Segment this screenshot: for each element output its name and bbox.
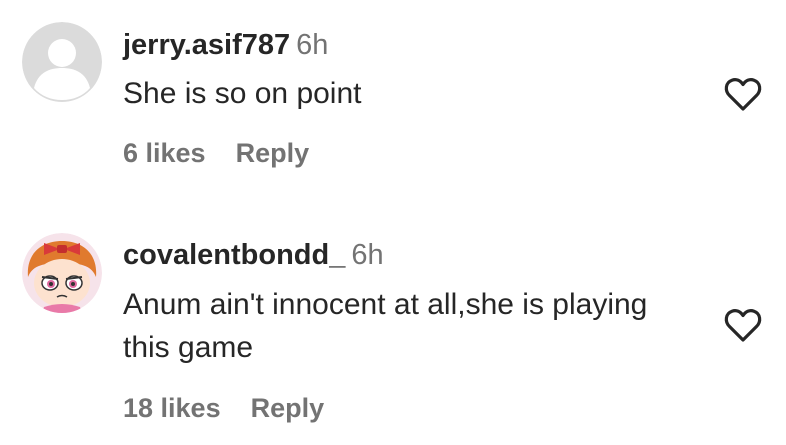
comment-actions: 18 likes Reply <box>123 393 324 424</box>
heart-outline-icon[interactable] <box>723 76 763 112</box>
username[interactable]: jerry.asif787 <box>123 29 290 61</box>
comment-item: covalentbondd_ 6h Anum ain't innocent at … <box>0 215 786 445</box>
comment-header: jerry.asif787 6h <box>123 29 328 62</box>
avatar[interactable] <box>22 233 102 313</box>
username[interactable]: covalentbondd_ <box>123 239 345 271</box>
timestamp[interactable]: 6h <box>351 239 383 271</box>
comment-item: jerry.asif787 6h She is so on point 6 lik… <box>0 0 786 210</box>
comment-text: She is so on point <box>123 77 362 110</box>
avatar[interactable] <box>22 22 102 102</box>
reply-button[interactable]: Reply <box>236 138 310 168</box>
cartoon-girl-avatar-icon <box>22 233 102 313</box>
likes-count[interactable]: 6 likes <box>123 138 206 168</box>
timestamp[interactable]: 6h <box>296 29 328 61</box>
comment-text: Anum ain't innocent at all,she is playin… <box>123 288 648 364</box>
reply-button[interactable]: Reply <box>251 393 325 423</box>
comment-actions: 6 likes Reply <box>123 138 309 169</box>
default-avatar-icon <box>22 22 102 102</box>
likes-count[interactable]: 18 likes <box>123 393 221 423</box>
heart-outline-icon[interactable] <box>723 307 763 343</box>
comment-header: covalentbondd_ 6h <box>123 239 384 272</box>
